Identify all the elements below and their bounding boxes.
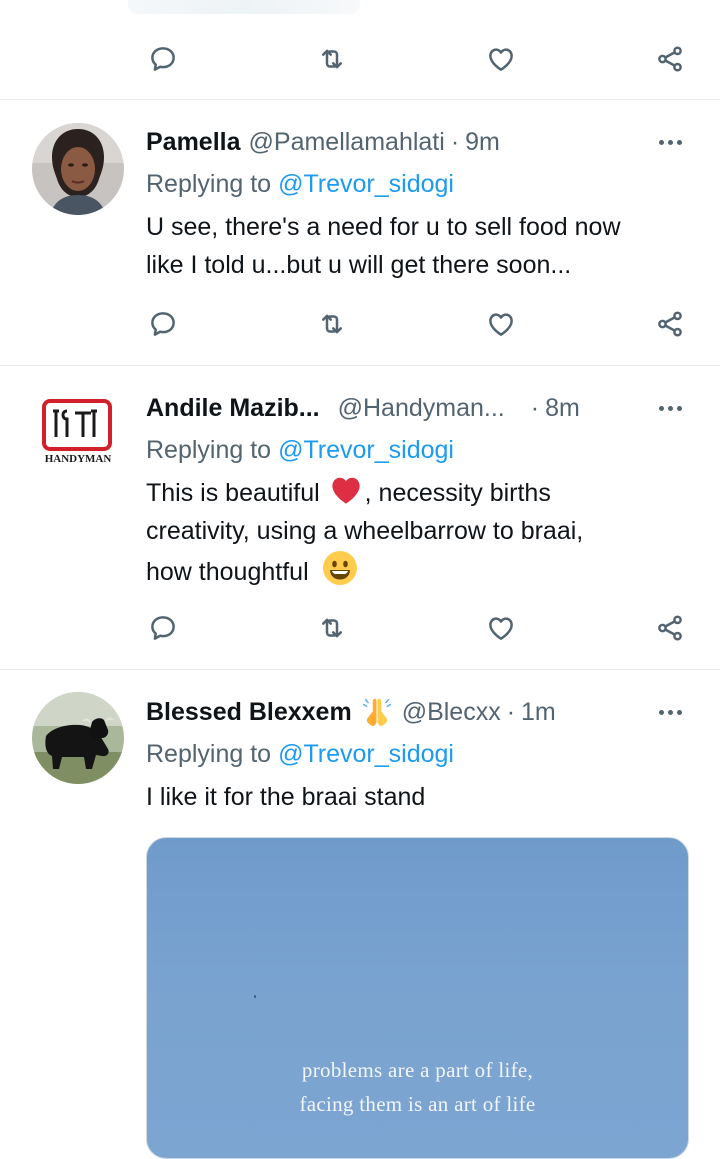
like-icon — [489, 617, 513, 640]
share-button[interactable] — [650, 304, 690, 344]
more-button[interactable] — [650, 124, 690, 160]
tweet-text: U see, there's a need for u to sell food… — [146, 208, 696, 284]
share-icon — [658, 615, 682, 641]
tweet-text-segment: This is beautiful — [146, 479, 320, 507]
grinning-face-emoji-icon — [322, 551, 357, 585]
display-name[interactable]: Andile Mazib... — [146, 394, 320, 423]
tweet-text-segment: , necessity births — [364, 479, 551, 507]
retweet-icon — [322, 49, 342, 69]
timestamp[interactable]: 1m — [521, 698, 556, 727]
separator-dot: · — [506, 697, 516, 726]
more-icon-dot — [676, 139, 682, 145]
avatar-logo-caption: HANDYMAN — [44, 453, 112, 465]
display-name[interactable]: Blessed Blexxem — [146, 698, 352, 727]
retweet-button[interactable] — [312, 608, 352, 648]
more-icon — [658, 139, 664, 145]
tweet-divider — [0, 669, 720, 670]
like-button[interactable] — [481, 304, 521, 344]
tweet-text-line: creativity, using a wheelbarrow to braai… — [146, 517, 584, 545]
tweet-header: Pamella @Pamellamahlati · 9m — [146, 124, 500, 160]
like-icon — [489, 313, 513, 336]
timestamp[interactable]: 8m — [545, 394, 580, 423]
replying-to: Replying to @Trevor_sidogi — [146, 740, 454, 769]
tweet-text-line: like I told u...but u will get there soo… — [146, 251, 572, 279]
replying-to-label: Replying to — [146, 740, 272, 768]
tweet-actions — [0, 39, 720, 79]
replying-to: Replying to @Trevor_sidogi — [146, 170, 454, 199]
retweet-icon — [322, 314, 342, 334]
reply-icon — [151, 312, 175, 336]
more-button[interactable] — [650, 694, 690, 730]
media-quote-line: facing them is an art of life — [299, 1092, 536, 1116]
user-handle[interactable]: @Blecxx — [402, 698, 501, 727]
timestamp[interactable]: 9m — [465, 128, 500, 157]
replying-to: Replying to @Trevor_sidogi — [146, 436, 454, 465]
tweet-actions — [0, 608, 720, 648]
like-icon — [489, 48, 513, 71]
more-icon-dot — [676, 709, 682, 715]
tweet-text-segment: how thoughtful — [146, 558, 309, 586]
previous-media-edge — [128, 0, 360, 14]
share-icon — [658, 46, 682, 72]
user-handle[interactable]: @Pamellamahlati — [249, 128, 445, 157]
tweet-text-line: how thoughtful — [146, 550, 696, 591]
replying-to-label: Replying to — [146, 170, 272, 198]
share-button[interactable] — [650, 608, 690, 648]
more-icon-dot — [667, 709, 673, 715]
tweet-header: Blessed Blexxem @Blecxx · 1m — [146, 694, 556, 730]
more-icon-dot — [667, 405, 673, 411]
more-icon — [658, 405, 664, 411]
tweet-text-line: This is beautiful , necessity births — [146, 474, 696, 512]
reply-button[interactable] — [143, 608, 183, 648]
replying-to-link[interactable]: @Trevor_sidogi — [278, 170, 454, 198]
tweet-text-line: U see, there's a need for u to sell food… — [146, 213, 621, 241]
retweet-button[interactable] — [312, 39, 352, 79]
tweet-divider — [0, 99, 720, 100]
tweet-text: This is beautiful , necessity births cre… — [146, 474, 696, 591]
share-icon — [658, 311, 682, 337]
user-photo-avatar — [32, 123, 124, 215]
retweet-button[interactable] — [312, 304, 352, 344]
tweet-actions — [0, 304, 720, 344]
replying-to-label: Replying to — [146, 436, 272, 464]
share-button[interactable] — [650, 39, 690, 79]
avatar[interactable]: HANDYMAN — [32, 385, 124, 477]
tweet-divider — [0, 365, 720, 366]
more-icon — [658, 709, 664, 715]
reply-icon — [151, 616, 175, 640]
tweet-header: Andile Mazib... @Handyman... · 8m — [146, 390, 580, 426]
replying-to-link[interactable]: @Trevor_sidogi — [278, 436, 454, 464]
heart-emoji-icon — [332, 477, 360, 504]
like-button[interactable] — [481, 608, 521, 648]
tweet-text: I like it for the braai stand — [146, 778, 696, 816]
separator-dot: · — [530, 393, 540, 422]
retweet-icon — [322, 618, 342, 638]
bull-photo-avatar — [32, 692, 124, 784]
more-icon-dot — [667, 139, 673, 145]
folded-hands-emoji-icon — [362, 698, 391, 726]
more-icon-dot — [676, 405, 682, 411]
display-name[interactable]: Pamella — [146, 128, 241, 157]
reply-icon — [151, 47, 175, 71]
media-quote-line: problems are a part of life, — [301, 1058, 534, 1082]
avatar[interactable] — [32, 123, 124, 215]
tweet-text-line: I like it for the braai stand — [146, 783, 426, 811]
more-button[interactable] — [650, 390, 690, 426]
reply-button[interactable] — [143, 39, 183, 79]
tweet-media-image[interactable]: problems are a part of life, facing them… — [146, 837, 689, 1159]
like-button[interactable] — [481, 39, 521, 79]
reply-button[interactable] — [143, 304, 183, 344]
avatar[interactable] — [32, 692, 124, 784]
user-handle[interactable]: @Handyman... — [338, 394, 505, 423]
image-speck — [254, 995, 256, 998]
separator-dot: · — [450, 127, 460, 156]
replying-to-link[interactable]: @Trevor_sidogi — [278, 740, 454, 768]
